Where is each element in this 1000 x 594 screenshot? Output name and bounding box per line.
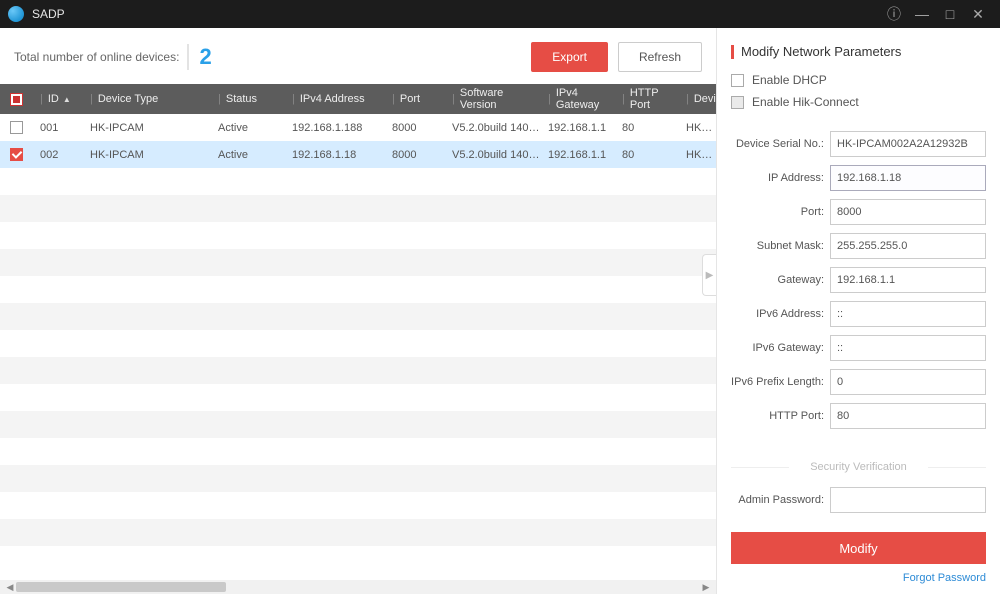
empty-row bbox=[0, 195, 716, 222]
col-device-sn[interactable]: |Device bbox=[678, 84, 714, 114]
grid-header: |ID▲ |Device Type |Status |IPv4 Address … bbox=[0, 84, 716, 114]
mask-field[interactable] bbox=[830, 233, 986, 259]
row-checkbox[interactable] bbox=[10, 121, 23, 134]
serial-field[interactable] bbox=[830, 131, 986, 157]
empty-row bbox=[0, 519, 716, 546]
cell-software: V5.2.0build 1407... bbox=[444, 149, 540, 161]
app-logo-icon bbox=[8, 6, 24, 22]
cell-http: 80 bbox=[614, 122, 678, 134]
empty-row bbox=[0, 384, 716, 411]
security-verification-label: Security Verification bbox=[731, 461, 986, 473]
empty-row bbox=[0, 168, 716, 195]
info-icon[interactable]: ⓘ bbox=[880, 4, 908, 24]
titlebar: SADP ⓘ — □ ✕ bbox=[0, 0, 1000, 28]
col-port[interactable]: |Port bbox=[384, 84, 444, 114]
cell-ip: 192.168.1.18 bbox=[284, 149, 384, 161]
close-button[interactable]: ✕ bbox=[964, 6, 992, 23]
empty-row bbox=[0, 492, 716, 519]
cell-gateway: 192.168.1.1 bbox=[540, 122, 614, 134]
export-button[interactable]: Export bbox=[531, 42, 608, 72]
gateway-field[interactable] bbox=[830, 267, 986, 293]
forgot-password-link[interactable]: Forgot Password bbox=[731, 572, 986, 584]
col-ipv4[interactable]: |IPv4 Address bbox=[284, 84, 384, 114]
col-device-type[interactable]: |Device Type bbox=[82, 84, 210, 114]
header-checkbox[interactable] bbox=[0, 84, 32, 114]
cell-gateway: 192.168.1.1 bbox=[540, 149, 614, 161]
empty-row bbox=[0, 276, 716, 303]
label-adminpw: Admin Password: bbox=[731, 494, 830, 506]
device-list-pane: Total number of online devices: 2 Export… bbox=[0, 28, 716, 594]
cell-id: 002 bbox=[32, 149, 82, 161]
cell-http: 80 bbox=[614, 149, 678, 161]
col-software[interactable]: |Software Version bbox=[444, 84, 540, 114]
cell-type: HK-IPCAM bbox=[82, 149, 210, 161]
label-mask: Subnet Mask: bbox=[731, 240, 830, 252]
scroll-right-icon[interactable]: ▶ bbox=[700, 582, 712, 593]
cell-status: Active bbox=[210, 122, 284, 134]
label-ipv6g: IPv6 Gateway: bbox=[731, 342, 830, 354]
expand-handle[interactable]: ▶ bbox=[702, 254, 716, 296]
cell-software: V5.2.0build 1407... bbox=[444, 122, 540, 134]
table-row[interactable]: 001HK-IPCAMActive192.168.1.1888000V5.2.0… bbox=[0, 114, 716, 141]
maximize-button[interactable]: □ bbox=[936, 6, 964, 22]
row-checkbox[interactable] bbox=[10, 148, 23, 161]
app-title: SADP bbox=[32, 7, 65, 21]
col-status[interactable]: |Status bbox=[210, 84, 284, 114]
minimize-button[interactable]: — bbox=[908, 6, 936, 22]
ip-field[interactable] bbox=[830, 165, 986, 191]
cell-id: 001 bbox=[32, 122, 82, 134]
label-ipv6p: IPv6 Prefix Length: bbox=[731, 376, 830, 388]
accent-bar-icon bbox=[731, 45, 734, 59]
sort-asc-icon: ▲ bbox=[63, 95, 71, 104]
label-gateway: Gateway: bbox=[731, 274, 830, 286]
label-ip: IP Address: bbox=[731, 172, 830, 184]
total-devices-count: 2 bbox=[187, 44, 211, 70]
empty-row bbox=[0, 249, 716, 276]
label-http: HTTP Port: bbox=[731, 410, 830, 422]
ipv6-prefix-field[interactable] bbox=[830, 369, 986, 395]
device-grid: |ID▲ |Device Type |Status |IPv4 Address … bbox=[0, 84, 716, 580]
http-port-field[interactable] bbox=[830, 403, 986, 429]
col-id[interactable]: |ID▲ bbox=[32, 84, 82, 114]
empty-row bbox=[0, 303, 716, 330]
panel-title: Modify Network Parameters bbox=[731, 44, 986, 59]
label-ipv6a: IPv6 Address: bbox=[731, 308, 830, 320]
col-gateway[interactable]: |IPv4 Gateway bbox=[540, 84, 614, 114]
scroll-left-icon[interactable]: ◀ bbox=[4, 582, 16, 593]
scrollbar-thumb[interactable] bbox=[16, 582, 226, 592]
total-devices-label: Total number of online devices: bbox=[14, 50, 179, 64]
label-port: Port: bbox=[731, 206, 830, 218]
empty-row bbox=[0, 546, 716, 573]
refresh-button[interactable]: Refresh bbox=[618, 42, 702, 72]
empty-row bbox=[0, 330, 716, 357]
enable-dhcp-checkbox[interactable]: Enable DHCP bbox=[731, 73, 986, 87]
modify-panel: Modify Network Parameters Enable DHCP En… bbox=[716, 28, 1000, 594]
cell-dsn: HK-IP bbox=[678, 122, 714, 134]
cell-port: 8000 bbox=[384, 149, 444, 161]
label-serial: Device Serial No.: bbox=[731, 138, 830, 150]
cell-type: HK-IPCAM bbox=[82, 122, 210, 134]
empty-row bbox=[0, 357, 716, 384]
enable-hik-checkbox[interactable]: Enable Hik-Connect bbox=[731, 95, 986, 109]
horizontal-scrollbar[interactable]: ◀ ▶ bbox=[0, 580, 716, 594]
table-row[interactable]: 002HK-IPCAMActive192.168.1.188000V5.2.0b… bbox=[0, 141, 716, 168]
cell-dsn: HK-IP bbox=[678, 149, 714, 161]
empty-row bbox=[0, 411, 716, 438]
port-field[interactable] bbox=[830, 199, 986, 225]
empty-row bbox=[0, 438, 716, 465]
empty-row bbox=[0, 222, 716, 249]
modify-button[interactable]: Modify bbox=[731, 532, 986, 564]
toolbar: Total number of online devices: 2 Export… bbox=[0, 28, 716, 84]
admin-password-field[interactable] bbox=[830, 487, 986, 513]
cell-port: 8000 bbox=[384, 122, 444, 134]
cell-ip: 192.168.1.188 bbox=[284, 122, 384, 134]
ipv6-gateway-field[interactable] bbox=[830, 335, 986, 361]
col-http-port[interactable]: |HTTP Port bbox=[614, 84, 678, 114]
cell-status: Active bbox=[210, 149, 284, 161]
ipv6-address-field[interactable] bbox=[830, 301, 986, 327]
empty-row bbox=[0, 465, 716, 492]
